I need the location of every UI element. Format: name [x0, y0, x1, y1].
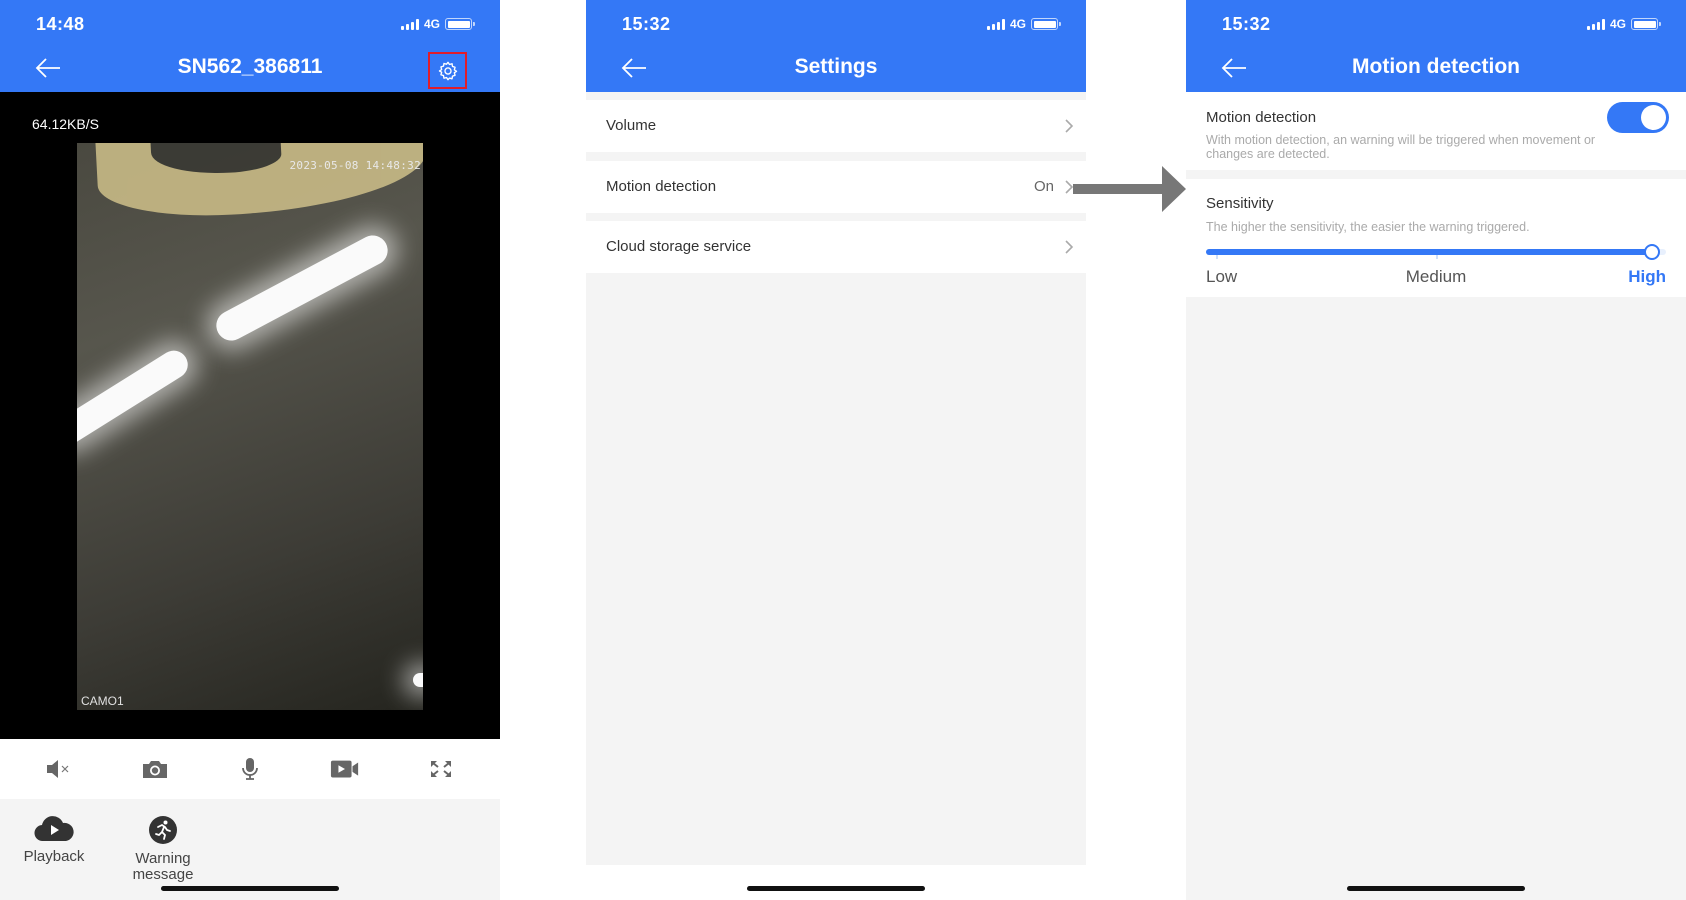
status-indicators: 4G: [400, 17, 475, 31]
bitrate-readout: 64.12KB/S: [32, 116, 99, 132]
osd-camera-label: CAMO1: [81, 694, 124, 708]
settings-screen: 15:32 4G Settings Volume Motion detectio…: [586, 0, 1086, 900]
camera-feed[interactable]: 2023-05-08 14:48:32 CAMO1: [77, 143, 423, 710]
motion-detection-description: With motion detection, an warning will b…: [1206, 133, 1596, 161]
warning-label-line1: Warning: [135, 850, 191, 867]
sensitivity-level-low[interactable]: Low: [1206, 267, 1237, 287]
settings-row-motion-detection[interactable]: Motion detection On: [586, 161, 1086, 213]
cloud-play-icon: [34, 816, 74, 842]
snapshot-button[interactable]: [140, 757, 170, 781]
app-bar: 15:32 4G Motion detection: [1186, 0, 1686, 92]
feed-light: [211, 230, 393, 346]
sensitivity-section: Sensitivity The higher the sensitivity, …: [1186, 179, 1686, 297]
app-bar: 14:48 4G SN562_386811: [0, 0, 500, 92]
fullscreen-icon: [431, 761, 451, 777]
motion-detection-screen: 15:32 4G Motion detection Motion detecti…: [1186, 0, 1686, 900]
talk-button[interactable]: [235, 757, 265, 781]
fullscreen-button[interactable]: [426, 757, 456, 781]
sensitivity-level-medium[interactable]: Medium: [1406, 267, 1466, 287]
video-record-icon: [330, 760, 359, 778]
playback-button[interactable]: Playback: [4, 815, 104, 865]
row-label: Motion detection: [606, 178, 717, 195]
quick-actions: Playback Warning message: [0, 799, 500, 900]
status-time: 14:48: [36, 14, 85, 34]
signal-icon: [1586, 18, 1605, 30]
settings-row-volume[interactable]: Volume: [586, 100, 1086, 152]
sensitivity-level-high[interactable]: High: [1628, 267, 1666, 287]
page-title: SN562_386811: [177, 55, 323, 78]
flow-arrow-icon: [1073, 166, 1186, 212]
signal-icon: [986, 18, 1005, 30]
motion-detection-section: Motion detection With motion detection, …: [1186, 92, 1686, 170]
network-type: 4G: [423, 17, 440, 31]
battery-icon: [1631, 18, 1661, 30]
settings-button[interactable]: [428, 52, 467, 89]
home-indicator: [161, 886, 339, 891]
chevron-right-icon: [1065, 240, 1074, 254]
speaker-muted-icon: [47, 760, 69, 778]
signal-icon: [400, 18, 419, 30]
home-indicator: [747, 886, 925, 891]
page-title: Settings: [794, 55, 878, 78]
home-indicator: [1347, 886, 1525, 891]
status-indicators: 4G: [1586, 17, 1661, 31]
warning-label-line2: message: [132, 866, 194, 883]
playback-label: Playback: [23, 848, 85, 865]
app-bar: 15:32 4G Settings: [586, 0, 1086, 92]
video-player[interactable]: 64.12KB/S 2023-05-08 14:48:32 CAMO1: [0, 92, 500, 739]
live-view-screen: 14:48 4G SN562_386811 64.12KB/S 2023-05-…: [0, 0, 500, 900]
camera-icon: [143, 761, 167, 778]
microphone-icon: [242, 758, 258, 780]
row-label: Volume: [606, 117, 657, 134]
running-person-icon: [149, 816, 177, 844]
network-type: 4G: [1609, 17, 1626, 31]
row-label: Cloud storage service: [606, 238, 752, 255]
status-time: 15:32: [622, 14, 671, 34]
sensitivity-levels: Low Medium High: [1206, 267, 1666, 289]
warning-message-label: Warning message: [113, 851, 213, 883]
warning-message-button[interactable]: Warning message: [113, 815, 213, 883]
gear-icon: [438, 61, 457, 80]
row-value: On: [1033, 178, 1054, 195]
battery-icon: [445, 18, 475, 30]
settings-row-cloud-storage[interactable]: Cloud storage service: [586, 221, 1086, 273]
motion-detection-label: Motion detection: [1206, 109, 1317, 126]
sensitivity-description: The higher the sensitivity, the easier t…: [1206, 220, 1530, 234]
osd-timestamp: 2023-05-08 14:48:32: [289, 159, 421, 172]
page-title: Motion detection: [1352, 55, 1520, 78]
slider-thumb[interactable]: [1644, 244, 1661, 260]
status-time: 15:32: [1222, 14, 1271, 34]
motion-detection-toggle[interactable]: [1607, 102, 1669, 133]
network-type: 4G: [1009, 17, 1026, 31]
chevron-right-icon: [1065, 119, 1074, 133]
mute-button[interactable]: [44, 757, 74, 781]
slider-tick: [1436, 255, 1438, 259]
battery-icon: [1031, 18, 1061, 30]
status-indicators: 4G: [986, 17, 1061, 31]
record-button[interactable]: [330, 757, 360, 781]
feed-light: [413, 673, 423, 687]
slider-fill: [1206, 249, 1653, 255]
toggle-knob: [1641, 105, 1666, 130]
feed-object: [94, 143, 423, 222]
feed-light: [77, 345, 194, 449]
sensitivity-label: Sensitivity: [1206, 195, 1274, 212]
slider-tick: [1216, 255, 1218, 259]
player-toolbar: [0, 739, 500, 799]
settings-list: Volume Motion detection On Cloud storage…: [586, 92, 1086, 865]
sensitivity-slider[interactable]: [1206, 244, 1666, 260]
